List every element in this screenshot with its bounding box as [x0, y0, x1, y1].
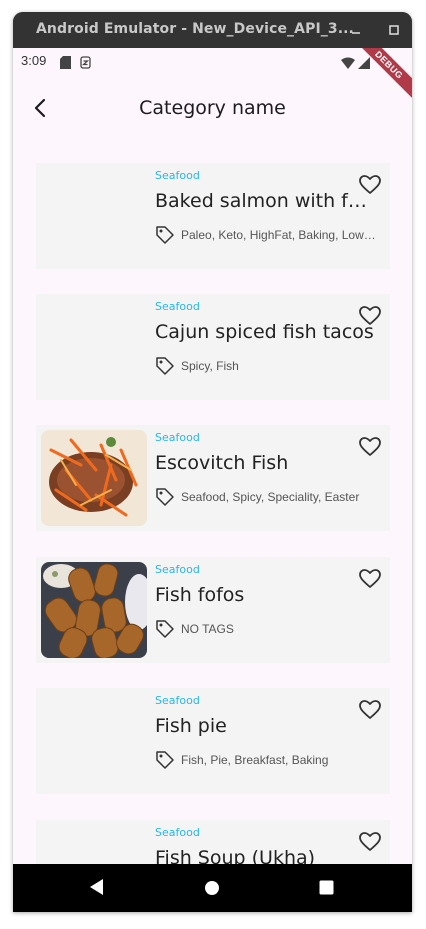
status-time: 3:09 — [21, 53, 47, 68]
recipe-card[interactable]: Seafood Cajun spiced fish tacos Spicy, F… — [36, 294, 390, 400]
recipe-list[interactable]: Seafood Baked salmon with fe... Paleo, K… — [13, 146, 412, 864]
recipe-image-placeholder — [41, 825, 147, 864]
recipe-name: Fish Soup (Ukha) — [155, 847, 316, 864]
recipe-image-placeholder — [41, 168, 147, 264]
emulator-window: Android Emulator - New_Device_API_3... 3… — [13, 12, 412, 912]
recipe-card[interactable]: Seafood Fish fofos NO TAGS — [36, 557, 390, 663]
nav-recents-icon[interactable] — [319, 880, 334, 899]
wifi-icon — [341, 54, 355, 73]
recipe-name: Escovitch Fish — [155, 452, 289, 474]
recipe-card[interactable]: Seafood Fish Soup (Ukha) — [36, 820, 390, 864]
android-nav-bar — [13, 864, 412, 912]
recipe-category: Seafood — [155, 694, 200, 707]
nav-home-icon[interactable] — [204, 880, 220, 900]
recipe-tags: Fish, Pie, Breakfast, Baking — [181, 753, 329, 767]
recipe-card[interactable]: Seafood Baked salmon with fe... Paleo, K… — [36, 163, 390, 269]
recipe-tags: Paleo, Keto, HighFat, Baking, LowC... — [181, 228, 381, 242]
recipe-name: Fish pie — [155, 715, 227, 737]
favorite-heart-icon[interactable] — [358, 567, 382, 591]
favorite-heart-icon[interactable] — [358, 173, 382, 197]
status-bar: 3:09 DEBUG — [13, 48, 412, 102]
recipe-category: Seafood — [155, 431, 200, 444]
page-title: Category name — [139, 97, 286, 119]
recipe-image-escovitch-fish — [41, 430, 147, 526]
recipe-category: Seafood — [155, 563, 200, 576]
sd-card-icon — [60, 54, 71, 73]
window-title: Android Emulator - New_Device_API_3... — [36, 21, 354, 37]
tag-icon — [155, 619, 175, 639]
tag-icon — [155, 356, 175, 376]
cellular-data-icon — [80, 54, 91, 73]
recipe-tags: NO TAGS — [181, 622, 234, 636]
tag-icon — [155, 487, 175, 507]
signal-icon — [358, 54, 370, 73]
favorite-heart-icon[interactable] — [358, 304, 382, 328]
recipe-card[interactable]: Seafood Escovitch Fish Seafood, Spicy, S… — [36, 425, 390, 531]
recipe-category: Seafood — [155, 300, 200, 313]
app-bar: Category name — [13, 74, 412, 146]
nav-back-icon[interactable] — [89, 878, 105, 900]
favorite-heart-icon[interactable] — [358, 435, 382, 459]
minimize-icon[interactable] — [346, 20, 366, 40]
recipe-tags: Spicy, Fish — [181, 359, 239, 373]
tag-icon — [155, 750, 175, 770]
recipe-image-placeholder — [41, 299, 147, 395]
recipe-name: Baked salmon with fe... — [155, 190, 375, 212]
recipe-card[interactable]: Seafood Fish pie Fish, Pie, Breakfast, B… — [36, 688, 390, 794]
recipe-name: Cajun spiced fish tacos — [155, 321, 374, 343]
phone-screen: 3:09 DEBUG Category name Seafood Baked s… — [13, 48, 412, 912]
recipe-name: Fish fofos — [155, 584, 245, 606]
favorite-heart-icon[interactable] — [358, 698, 382, 722]
window-titlebar[interactable]: Android Emulator - New_Device_API_3... — [13, 12, 412, 48]
recipe-category: Seafood — [155, 826, 200, 839]
recipe-tags: Seafood, Spicy, Speciality, Easter — [181, 490, 360, 504]
maximize-icon[interactable] — [384, 20, 404, 40]
recipe-image-fish-fofos — [41, 562, 147, 658]
favorite-heart-icon[interactable] — [358, 830, 382, 854]
recipe-category: Seafood — [155, 169, 200, 182]
tag-icon — [155, 225, 175, 245]
recipe-image-placeholder — [41, 693, 147, 789]
